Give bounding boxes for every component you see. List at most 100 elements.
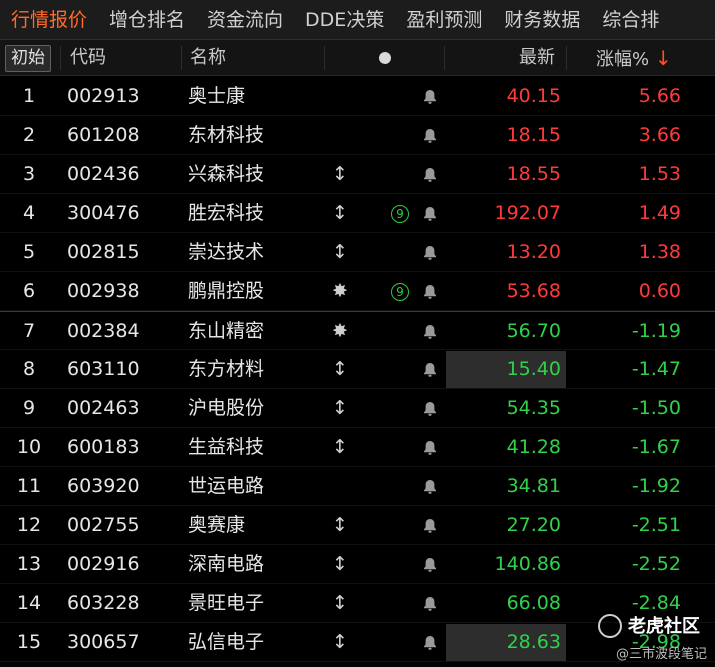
row-code: 601208 xyxy=(67,124,140,146)
row-change-pct: -1.19 xyxy=(631,320,681,342)
row-code: 002913 xyxy=(67,85,140,107)
row-change-pct: 5.66 xyxy=(638,85,681,107)
row-code: 002436 xyxy=(67,163,140,185)
row-change-pct: 1.49 xyxy=(638,202,681,224)
table-row[interactable]: 5 002815 崇达技术 ↕ 13.20 1.38 xyxy=(0,233,715,272)
margin-flag-icon: ↕ xyxy=(332,202,348,224)
circled-number-icon: 9 xyxy=(391,283,409,301)
status-dot-icon xyxy=(379,52,391,64)
row-code: 603228 xyxy=(67,592,140,614)
row-last-price: 56.70 xyxy=(506,320,561,342)
bell-icon[interactable] xyxy=(421,194,439,233)
table-row[interactable]: 1 002913 奥士康 40.15 5.66 xyxy=(0,77,715,116)
tab-0[interactable]: 行情报价 xyxy=(0,0,98,39)
row-rank: 7 xyxy=(22,320,36,342)
tab-6[interactable]: 综合排 xyxy=(591,0,670,39)
tab-3[interactable]: DDE决策 xyxy=(294,0,395,39)
margin-flag-icon: ↕ xyxy=(332,631,348,653)
quote-table: 1 002913 奥士康 40.15 5.66 2 601208 东材科技 18.15 3.66 3… xyxy=(0,77,715,662)
table-row[interactable]: 13 002916 深南电路 ↕ 140.86 -2.52 xyxy=(0,545,715,584)
row-last-price: 41.28 xyxy=(506,436,561,458)
table-row[interactable]: 11 603920 世运电路 34.81 -1.92 xyxy=(0,467,715,506)
tab-4[interactable]: 盈利预测 xyxy=(395,0,493,39)
row-change-pct: -1.47 xyxy=(631,358,681,380)
bell-icon[interactable] xyxy=(421,467,439,506)
row-name: 东方材料 xyxy=(188,358,265,380)
row-name: 弘信电子 xyxy=(188,631,265,653)
row-last-price: 18.55 xyxy=(506,163,561,185)
table-row[interactable]: 8 603110 东方材料 ↕ 15.40 -1.47 xyxy=(0,350,715,389)
sort-desc-icon: ↓ xyxy=(654,46,672,70)
tiger-logo-icon xyxy=(598,614,622,638)
row-change-pct: -1.67 xyxy=(631,436,681,458)
bell-icon[interactable] xyxy=(421,77,439,116)
margin-flag-icon: ↕ xyxy=(332,241,348,263)
table-row[interactable]: 9 002463 沪电股份 ↕ 54.35 -1.50 xyxy=(0,389,715,428)
row-code: 002384 xyxy=(67,320,140,342)
row-rank: 2 xyxy=(22,124,36,146)
row-rank: 5 xyxy=(22,241,36,263)
header-code[interactable]: 代码 xyxy=(70,40,106,76)
row-change-pct: -1.50 xyxy=(631,397,681,419)
init-sort-button[interactable]: 初始 xyxy=(5,45,51,72)
margin-flag-icon: ↕ xyxy=(332,592,348,614)
row-name: 生益科技 xyxy=(188,436,265,458)
table-row[interactable]: 7 002384 东山精密 ✸ 56.70 -1.19 xyxy=(0,311,715,350)
row-last-price: 53.68 xyxy=(506,280,561,302)
bell-icon[interactable] xyxy=(421,584,439,623)
bell-icon[interactable] xyxy=(421,389,439,428)
bell-icon[interactable] xyxy=(421,623,439,662)
header-pct[interactable]: 涨幅% ↓ xyxy=(596,40,672,76)
bell-icon[interactable] xyxy=(421,155,439,194)
header-name[interactable]: 名称 xyxy=(190,40,226,76)
table-row[interactable]: 4 300476 胜宏科技 ↕ 9 192.07 1.49 xyxy=(0,194,715,233)
row-last-price: 18.15 xyxy=(506,124,561,146)
table-row[interactable]: 2 601208 东材科技 18.15 3.66 xyxy=(0,116,715,155)
bell-icon[interactable] xyxy=(421,312,439,351)
row-rank: 9 xyxy=(22,397,36,419)
tab-2[interactable]: 资金流向 xyxy=(196,0,294,39)
row-last-price: 54.35 xyxy=(506,397,561,419)
margin-flag-icon: ↕ xyxy=(332,436,348,458)
table-row[interactable]: 3 002436 兴森科技 ↕ 18.55 1.53 xyxy=(0,155,715,194)
bell-icon[interactable] xyxy=(421,233,439,272)
tab-1[interactable]: 增仓排名 xyxy=(98,0,196,39)
bell-icon[interactable] xyxy=(421,428,439,467)
row-code: 002916 xyxy=(67,553,140,575)
row-rank: 10 xyxy=(16,436,42,458)
row-code: 002938 xyxy=(67,280,140,302)
tab-5[interactable]: 财务数据 xyxy=(493,0,591,39)
table-row[interactable]: 10 600183 生益科技 ↕ 41.28 -1.67 xyxy=(0,428,715,467)
row-last-price: 34.81 xyxy=(506,475,561,497)
row-last-price: 192.07 xyxy=(494,202,561,224)
row-name: 世运电路 xyxy=(188,475,265,497)
row-name: 兴森科技 xyxy=(188,163,265,185)
row-last-price: 66.08 xyxy=(506,592,561,614)
table-row[interactable]: 12 002755 奥赛康 ↕ 27.20 -2.51 xyxy=(0,506,715,545)
row-last-price: 40.15 xyxy=(506,85,561,107)
table-row[interactable]: 6 002938 鹏鼎控股 ✸ 9 53.68 0.60 xyxy=(0,272,715,311)
circled-number-icon: 9 xyxy=(391,205,409,223)
header-separator xyxy=(60,46,61,70)
row-name: 鹏鼎控股 xyxy=(188,280,265,302)
row-last-price: 15.40 xyxy=(506,358,561,380)
row-last-price: 28.63 xyxy=(506,631,561,653)
header-last[interactable]: 最新 xyxy=(519,40,555,76)
row-name: 东材科技 xyxy=(188,124,265,146)
row-code: 002755 xyxy=(67,514,140,536)
row-rank: 14 xyxy=(16,592,42,614)
watermark: 老虎社区 @三市波段笔记 xyxy=(596,612,715,667)
bell-icon[interactable] xyxy=(421,545,439,584)
margin-flag-icon: ↕ xyxy=(332,514,348,536)
margin-flag-icon: ✸ xyxy=(332,320,348,342)
bell-icon[interactable] xyxy=(421,272,439,311)
bell-icon[interactable] xyxy=(421,116,439,155)
row-rank: 6 xyxy=(22,280,36,302)
row-last-price: 140.86 xyxy=(494,553,561,575)
row-code: 603110 xyxy=(67,358,140,380)
row-name: 胜宏科技 xyxy=(188,202,265,224)
bell-icon[interactable] xyxy=(421,350,439,389)
row-name: 奥赛康 xyxy=(188,514,246,536)
bell-icon[interactable] xyxy=(421,506,439,545)
row-rank: 4 xyxy=(22,202,36,224)
